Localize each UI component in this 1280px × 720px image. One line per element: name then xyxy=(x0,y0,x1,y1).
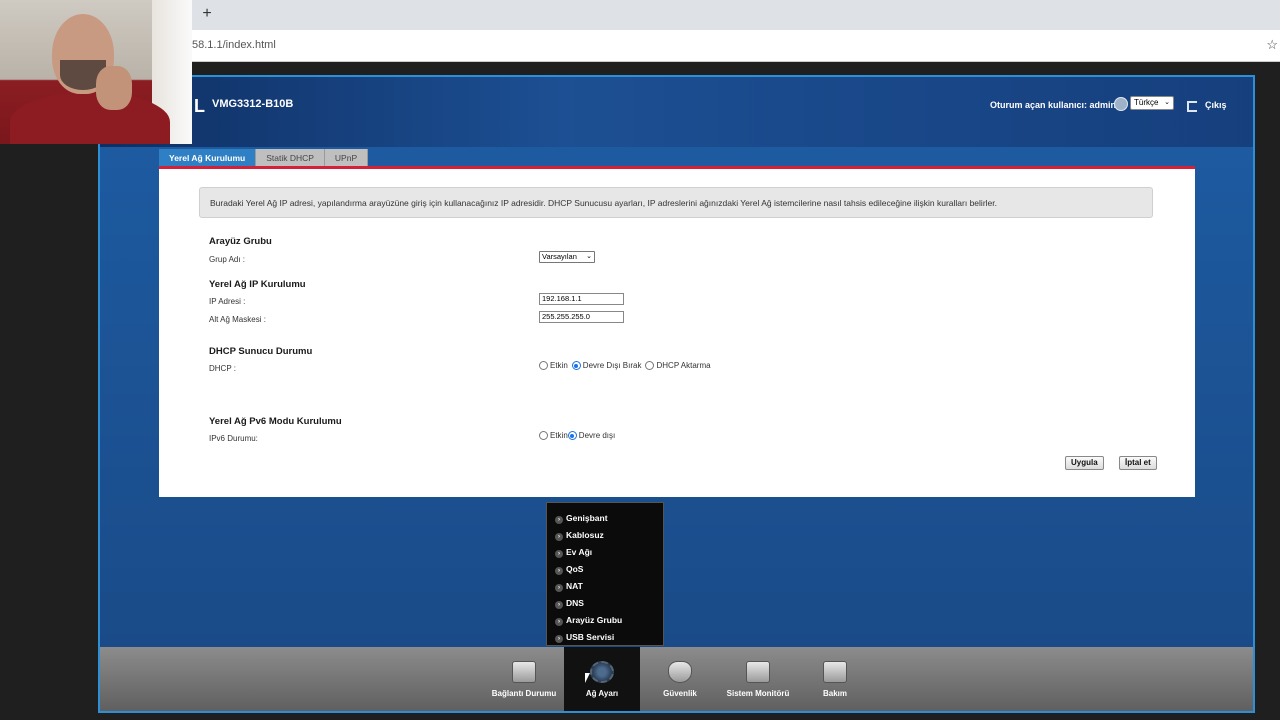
ipv6-disable-radio[interactable] xyxy=(567,431,577,440)
lan-setup-panel: Buradaki Yerel Ağ IP adresi, yapılandırm… xyxy=(159,169,1195,497)
url-text[interactable]: 58.1.1/index.html xyxy=(192,39,276,51)
router-admin-frame: L VMG3312-B10B Oturum açan kullanıcı: ad… xyxy=(98,75,1255,713)
menu-item-label: Arayüz Grubu xyxy=(566,615,623,625)
chevron-right-icon: › xyxy=(555,635,563,643)
nav-label: Güvenlik xyxy=(663,689,697,698)
address-bar[interactable]: 58.1.1/index.html ☆ xyxy=(0,30,1280,62)
group-name-select[interactable]: Varsayılan ⌄ xyxy=(539,251,595,263)
nav-label: Ağ Ayarı xyxy=(585,689,619,698)
info-box: Buradaki Yerel Ağ IP adresi, yapılandırm… xyxy=(199,187,1153,218)
gear-icon xyxy=(590,661,614,683)
dhcp-disable-radio[interactable] xyxy=(571,361,581,370)
menu-item-interface-group[interactable]: › Arayüz Grubu xyxy=(547,612,663,629)
user-icon xyxy=(1114,97,1128,111)
nav-network-settings[interactable]: Ağ Ayarı xyxy=(564,647,640,711)
menu-item-label: Kablosuz xyxy=(566,530,604,540)
section-title-lan-ip: Yerel Ağ IP Kurulumu xyxy=(209,279,306,290)
logout-link[interactable]: Çıkış xyxy=(1205,100,1227,110)
chevron-right-icon: › xyxy=(555,516,563,524)
webcam-overlay xyxy=(0,0,192,144)
chevron-right-icon: › xyxy=(555,550,563,558)
menu-item-label: USB Servisi xyxy=(566,632,615,642)
menu-item-qos[interactable]: › QoS xyxy=(547,561,663,578)
ipv6-disable-label: Devre dışı xyxy=(578,431,616,440)
chevron-right-icon: › xyxy=(555,567,563,575)
sub-tabs: Yerel Ağ Kurulumu Statik DHCP UPnP xyxy=(159,149,369,167)
logout-icon[interactable] xyxy=(1187,101,1197,112)
tab-static-dhcp[interactable]: Statik DHCP xyxy=(256,149,325,167)
dhcp-label: DHCP : xyxy=(209,364,236,373)
chevron-down-icon: ⌄ xyxy=(586,253,592,260)
nav-label: Bağlantı Durumu xyxy=(491,689,557,698)
section-title-interface-group: Arayüz Grubu xyxy=(209,236,272,247)
nav-label: Bakım xyxy=(822,689,847,698)
menu-item-label: Ev Ağı xyxy=(566,547,593,557)
router-header: L VMG3312-B10B Oturum açan kullanıcı: ad… xyxy=(100,77,1253,147)
monitor-icon xyxy=(512,661,536,683)
chevron-down-icon: ⌄ xyxy=(1164,99,1170,106)
ip-address-label: IP Adresi : xyxy=(209,297,246,306)
chevron-right-icon: › xyxy=(555,601,563,609)
network-settings-menu: › Genişbant › Kablosuz › Ev Ağı › QoS › NAT ›… xyxy=(546,502,664,646)
ipv6-status-label: IPv6 Durumu: xyxy=(209,434,258,443)
dhcp-enable-radio[interactable] xyxy=(539,361,548,370)
mouse-cursor-icon xyxy=(585,673,590,683)
menu-item-nat[interactable]: › NAT xyxy=(547,578,663,595)
section-title-dhcp: DHCP Sunucu Durumu xyxy=(209,346,313,357)
dhcp-disable-label: Devre Dışı Bırak xyxy=(582,361,642,370)
nav-connection-status[interactable]: Bağlantı Durumu xyxy=(486,647,562,711)
ipv6-enable-label: Etkin xyxy=(550,431,568,440)
subnet-mask-input[interactable]: 255.255.255.0 xyxy=(539,311,624,323)
language-value: Türkçe xyxy=(1134,98,1159,107)
chevron-right-icon: › xyxy=(555,584,563,592)
chevron-right-icon: › xyxy=(555,533,563,541)
dhcp-radio-group: Etkin Devre Dışı Bırak DHCP Aktarma xyxy=(539,361,711,370)
tools-icon xyxy=(823,661,847,683)
bottom-nav-bar: Bağlantı Durumu Ağ Ayarı Güvenlik Sistem… xyxy=(100,647,1253,711)
menu-item-label: QoS xyxy=(566,564,584,574)
model-name: VMG3312-B10B xyxy=(212,98,294,110)
bookmark-star-icon[interactable]: ☆ xyxy=(1266,37,1278,53)
menu-item-label: DNS xyxy=(566,598,584,608)
dhcp-relay-radio[interactable] xyxy=(645,361,655,370)
logged-in-user: Oturum açan kullanıcı: admin xyxy=(990,100,1117,110)
menu-item-broadband[interactable]: › Genişbant xyxy=(547,510,663,527)
tab-upnp[interactable]: UPnP xyxy=(324,149,369,167)
section-title-ipv6: Yerel Ağ Pv6 Modu Kurulumu xyxy=(209,416,342,427)
ipv6-enable-radio[interactable] xyxy=(539,431,548,440)
new-tab-button[interactable]: + xyxy=(200,5,214,23)
chevron-right-icon: › xyxy=(555,618,563,626)
ipv6-radio-group: Etkin Devre dışı xyxy=(539,431,615,440)
dhcp-relay-label: DHCP Aktarma xyxy=(656,361,711,370)
nav-label: Sistem Monitörü xyxy=(726,689,790,698)
nav-security[interactable]: Güvenlik xyxy=(642,647,718,711)
webcam-person-hand xyxy=(96,66,132,110)
nav-system-monitor[interactable]: Sistem Monitörü xyxy=(720,647,796,711)
menu-item-label: NAT xyxy=(566,581,583,591)
dhcp-enable-label: Etkin xyxy=(550,361,568,370)
menu-item-wireless[interactable]: › Kablosuz xyxy=(547,527,663,544)
group-name-label: Grup Adı : xyxy=(209,255,246,264)
webcam-person-body xyxy=(10,92,170,144)
menu-item-usb-service[interactable]: › USB Servisi xyxy=(547,629,663,646)
menu-item-label: Genişbant xyxy=(566,513,608,523)
tab-lan-setup[interactable]: Yerel Ağ Kurulumu xyxy=(159,149,257,167)
cancel-button[interactable]: İptal et xyxy=(1119,456,1157,470)
chart-icon xyxy=(746,661,770,683)
nav-maintenance[interactable]: Bakım xyxy=(797,647,873,711)
apply-button[interactable]: Uygula xyxy=(1065,456,1104,470)
group-name-value: Varsayılan xyxy=(542,252,577,261)
shield-icon xyxy=(668,661,692,683)
brand-logo: L xyxy=(194,96,205,116)
browser-tab-bar: + xyxy=(0,0,1280,30)
menu-item-home-network[interactable]: › Ev Ağı xyxy=(547,544,663,561)
ip-address-input[interactable]: 192.168.1.1 xyxy=(539,293,624,305)
subnet-mask-label: Alt Ağ Maskesi : xyxy=(209,315,266,324)
menu-item-dns[interactable]: › DNS xyxy=(547,595,663,612)
language-select[interactable]: Türkçe ⌄ xyxy=(1130,96,1174,110)
